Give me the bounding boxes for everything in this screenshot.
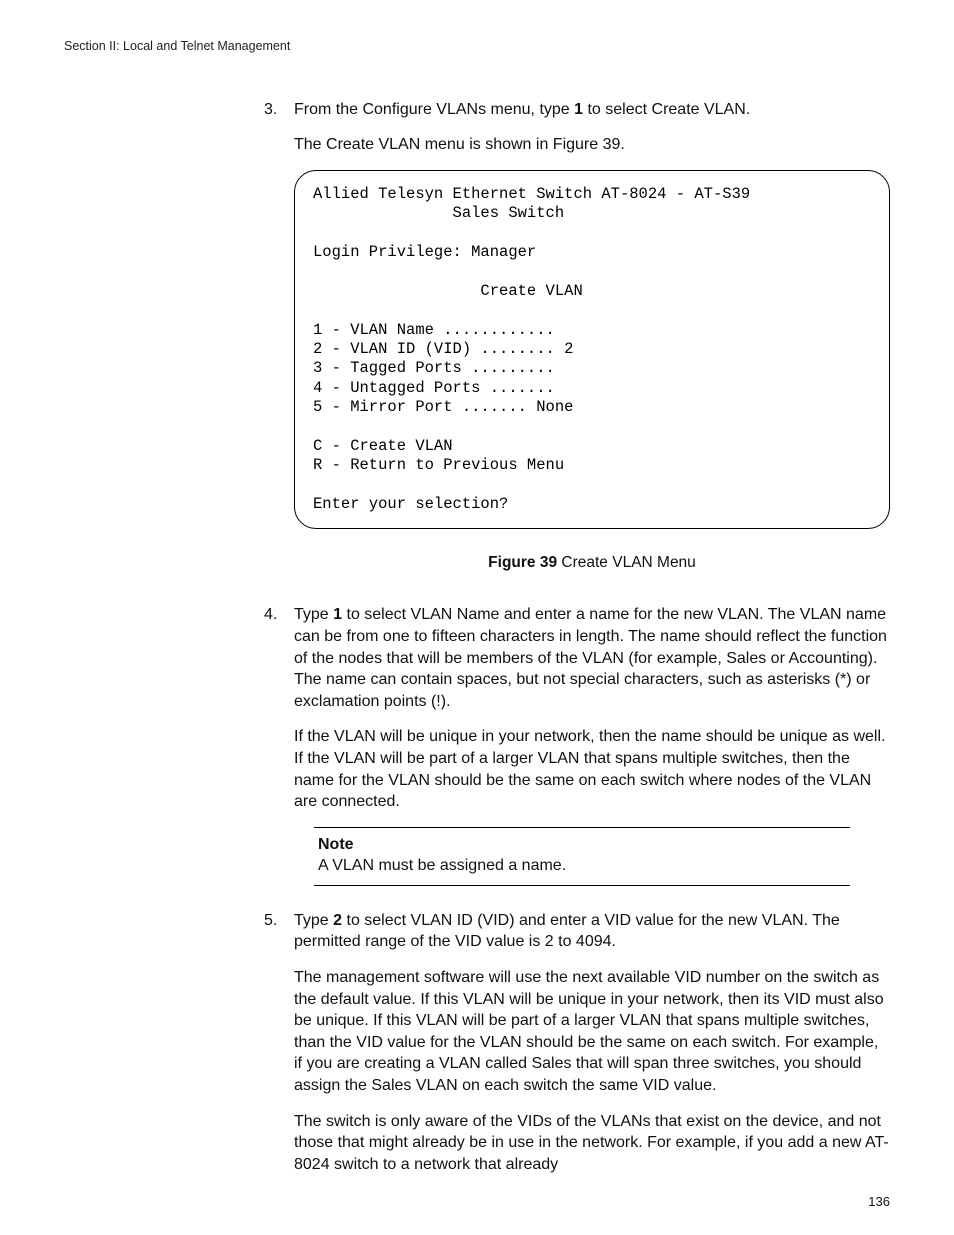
text: to select VLAN ID (VID) and enter a VID …: [294, 912, 840, 951]
figure-label-bold: Figure 39: [488, 554, 557, 571]
text: to select Create VLAN.: [583, 101, 750, 118]
paragraph: The Create VLAN menu is shown in Figure …: [294, 134, 890, 156]
bold-text: 1: [574, 101, 583, 118]
terminal-line: 1 - VLAN Name ............: [313, 321, 555, 339]
step-4: 4. Type 1 to select VLAN Name and enter …: [264, 604, 890, 886]
figure-label-text: Create VLAN Menu: [557, 554, 696, 571]
terminal-line: 5 - Mirror Port ....... None: [313, 398, 573, 416]
note-box: Note A VLAN must be assigned a name.: [314, 827, 850, 886]
terminal-line: Login Privilege: Manager: [313, 243, 536, 261]
text: From the Configure VLANs menu, type: [294, 101, 574, 118]
paragraph: If the VLAN will be unique in your netwo…: [294, 726, 890, 812]
text: to select VLAN Name and enter a name for…: [294, 606, 887, 709]
terminal-line: 2 - VLAN ID (VID) ........ 2: [313, 340, 573, 358]
running-header: Section II: Local and Telnet Management: [64, 38, 890, 55]
note-body: A VLAN must be assigned a name.: [314, 857, 566, 874]
step-3: 3. From the Configure VLANs menu, type 1…: [264, 99, 890, 574]
terminal-line: Create VLAN: [313, 282, 583, 300]
document-page: Section II: Local and Telnet Management …: [0, 0, 954, 1235]
terminal-line: 3 - Tagged Ports .........: [313, 359, 555, 377]
text: Type: [294, 912, 333, 929]
paragraph: The switch is only aware of the VIDs of …: [294, 1111, 890, 1176]
paragraph: The management software will use the nex…: [294, 967, 890, 1097]
paragraph: Type 2 to select VLAN ID (VID) and enter…: [294, 910, 890, 953]
terminal-line: Sales Switch: [313, 204, 564, 222]
steps-list: 3. From the Configure VLANs menu, type 1…: [264, 99, 890, 1176]
paragraph: From the Configure VLANs menu, type 1 to…: [294, 99, 890, 121]
step-number: 5.: [264, 910, 277, 932]
terminal-line: Allied Telesyn Ethernet Switch AT-8024 -…: [313, 185, 750, 203]
terminal-line: R - Return to Previous Menu: [313, 456, 564, 474]
terminal-line: C - Create VLAN: [313, 437, 453, 455]
terminal-line: 4 - Untagged Ports .......: [313, 379, 555, 397]
terminal-screen: Allied Telesyn Ethernet Switch AT-8024 -…: [294, 170, 890, 529]
text: Type: [294, 606, 333, 623]
figure-caption: Figure 39 Create VLAN Menu: [294, 553, 890, 574]
paragraph: Type 1 to select VLAN Name and enter a n…: [294, 604, 890, 712]
step-number: 3.: [264, 99, 277, 121]
terminal-line: Enter your selection?: [313, 495, 508, 513]
bold-text: 2: [333, 912, 342, 929]
bold-text: 1: [333, 606, 342, 623]
page-number: 136: [868, 1193, 890, 1211]
step-5: 5. Type 2 to select VLAN ID (VID) and en…: [264, 910, 890, 1176]
content-column: 3. From the Configure VLANs menu, type 1…: [264, 99, 890, 1176]
note-label: Note: [314, 834, 850, 856]
step-number: 4.: [264, 604, 277, 626]
